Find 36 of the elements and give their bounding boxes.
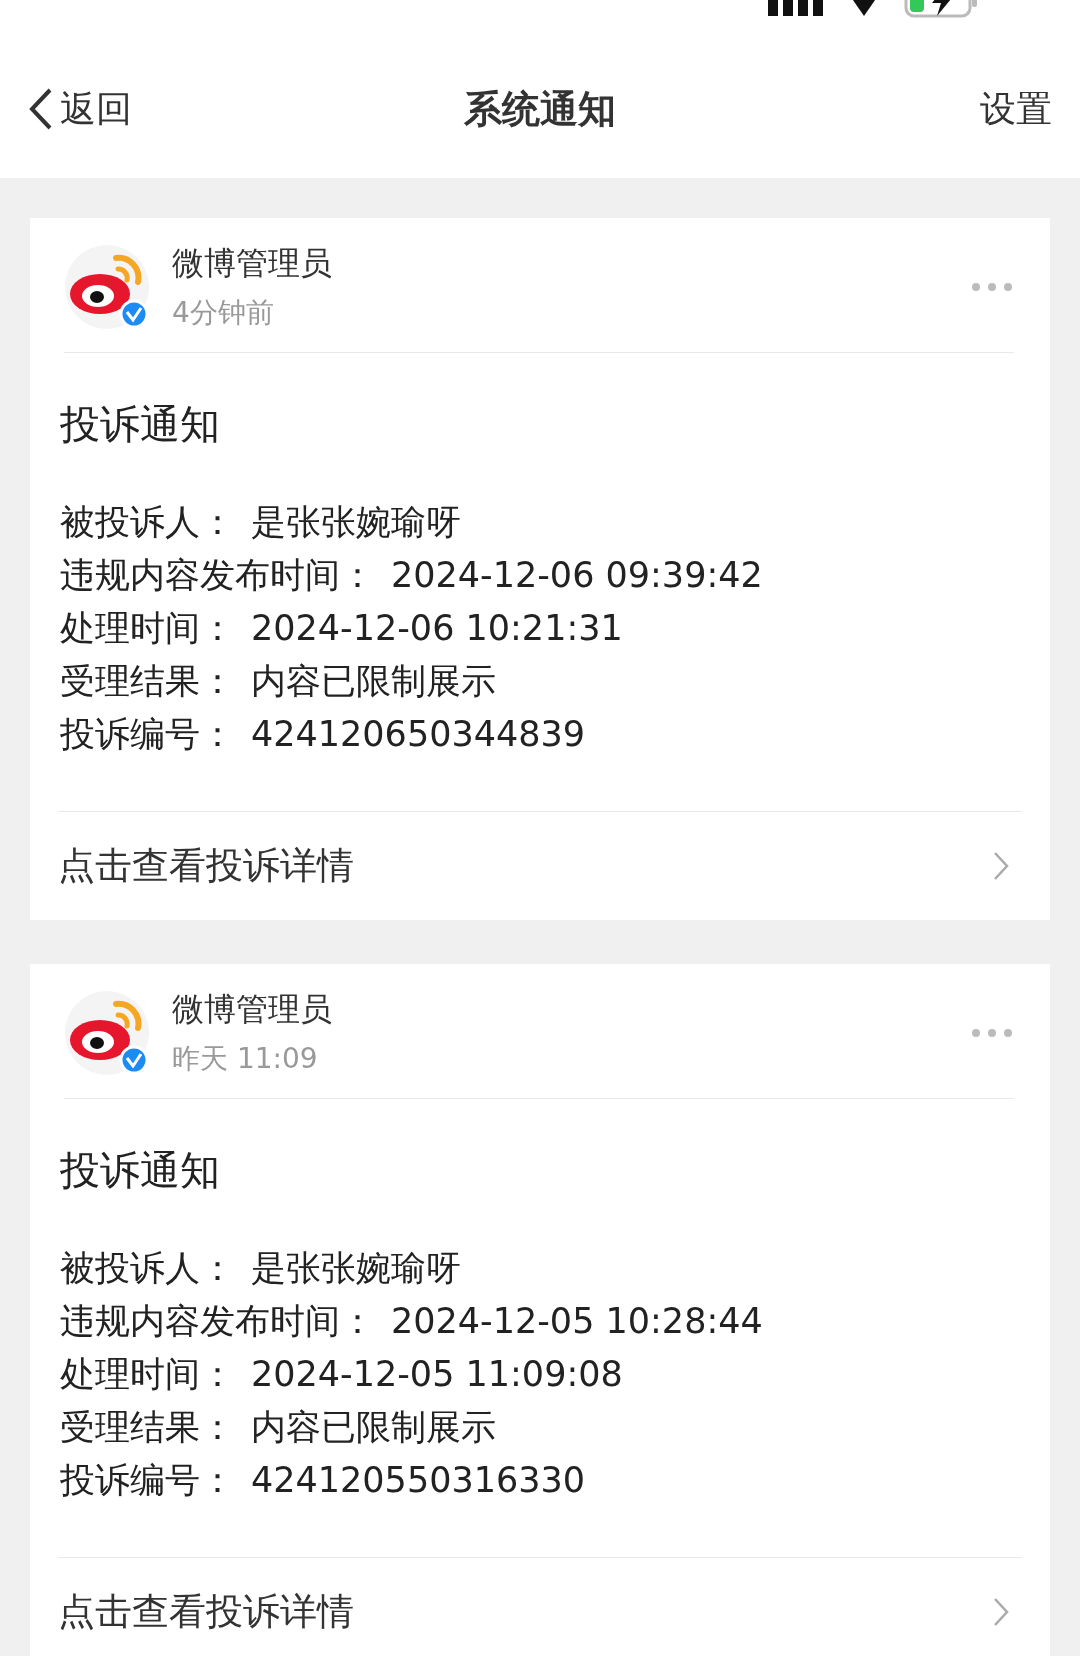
field-label: 被投诉人： (60, 501, 235, 544)
more-icon[interactable] (970, 1027, 1014, 1039)
page-title: 系统通知 (464, 86, 616, 131)
field-value: 424120550316330 (251, 1459, 586, 1502)
field-value: 2024-12-06 09:39:42 (391, 554, 763, 597)
field-label: 被投诉人： (60, 1247, 235, 1290)
back-button[interactable]: 返回 (28, 84, 132, 134)
field-value: 内容已限制展示 (251, 1406, 496, 1449)
field-label: 受理结果： (60, 660, 235, 703)
details-link[interactable]: 点击查看投诉详情 (58, 1587, 354, 1637)
sender-name: 微博管理员 (172, 243, 333, 284)
more-icon[interactable] (970, 281, 1014, 293)
details-link[interactable]: 点击查看投诉详情 (58, 841, 354, 891)
field-value: 2024-12-05 10:28:44 (391, 1300, 763, 1343)
chevron-icon (992, 1597, 1010, 1627)
field-label: 受理结果： (60, 1406, 235, 1449)
field-value: 是张张婉瑜呀 (251, 1247, 461, 1290)
field-value: 424120650344839 (251, 713, 586, 756)
field-label: 投诉编号： (60, 1459, 235, 1502)
field-label: 违规内容发布时间： (60, 1300, 375, 1343)
timestamp: 4分钟前 (172, 295, 275, 331)
sender-name: 微博管理员 (172, 989, 333, 1030)
field-label: 违规内容发布时间： (60, 554, 375, 597)
field-value: 2024-12-05 11:09:08 (251, 1353, 623, 1396)
notice-title: 投诉通知 (60, 1146, 221, 1195)
notice-title: 投诉通知 (60, 400, 221, 449)
field-value: 内容已限制展示 (251, 660, 496, 703)
chevron-icon (992, 851, 1010, 881)
field-label: 处理时间： (60, 607, 235, 650)
field-value: 2024-12-06 10:21:31 (251, 607, 623, 650)
timestamp: 昨天 11:09 (172, 1041, 319, 1077)
settings-button[interactable]: 设置 (980, 84, 1052, 134)
back-icon (28, 87, 54, 131)
field-label: 处理时间： (60, 1353, 235, 1396)
field-label: 投诉编号： (60, 713, 235, 756)
field-value: 是张张婉瑜呀 (251, 501, 461, 544)
